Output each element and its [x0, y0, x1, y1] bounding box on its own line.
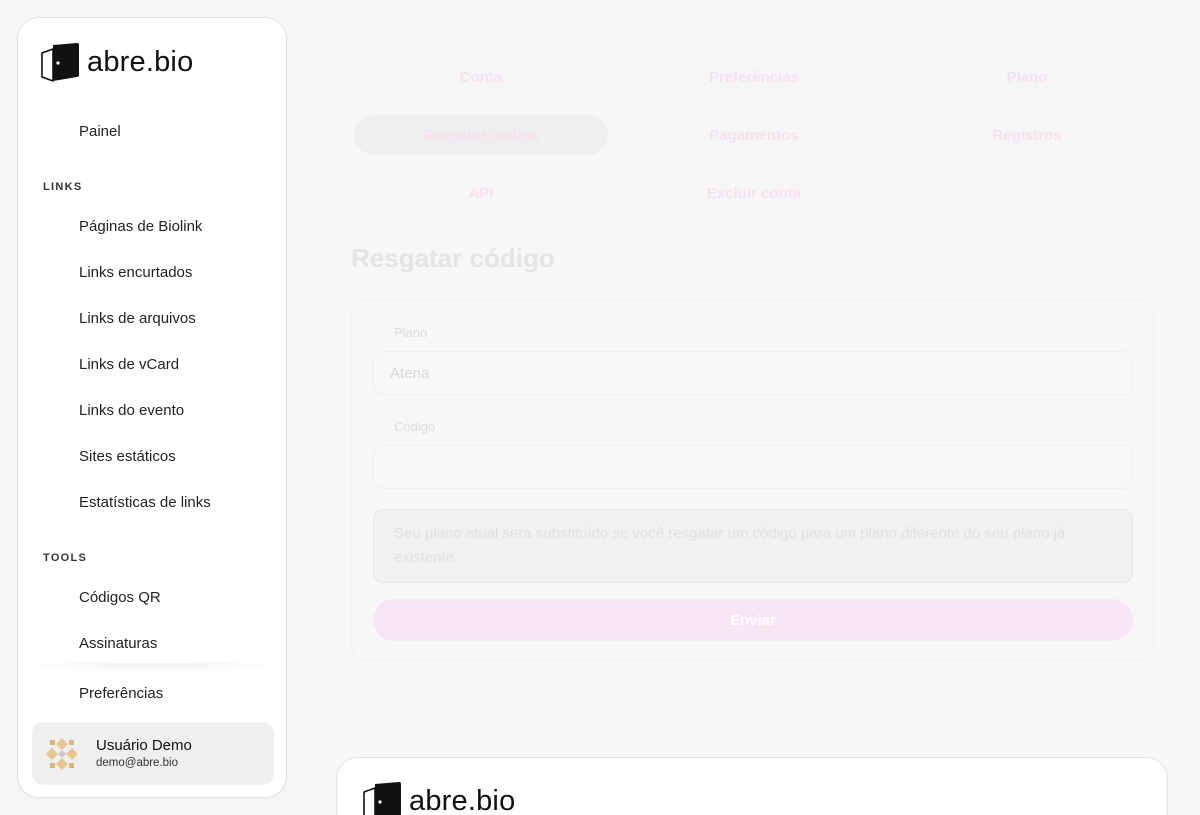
sidebar-item-painel[interactable]: Painel — [79, 123, 121, 140]
sidebar-item-signatures[interactable]: Assinaturas — [79, 635, 157, 652]
tab-payments[interactable]: Pagamentos — [627, 115, 881, 155]
sidebar-item-link-statistics[interactable]: Estatísticas de links — [79, 494, 211, 511]
brand-name: abre.bio — [87, 45, 194, 78]
tab-plan[interactable]: Plano — [900, 57, 1154, 97]
section-title-links: LINKS — [43, 181, 83, 193]
code-label: Código — [394, 419, 436, 434]
plan-value: Atena — [390, 364, 430, 382]
sidebar-item-event-links[interactable]: Links do evento — [79, 402, 184, 419]
sidebar-item-preferences[interactable]: Preferências — [79, 685, 163, 702]
user-card[interactable]: Usuário Demo demo@abre.bio — [32, 722, 274, 785]
tab-api[interactable]: API — [354, 173, 608, 213]
main-content: Conta Preferências Plano Resgatar código… — [336, 0, 1168, 815]
section-title-tools: TOOLS — [43, 552, 88, 564]
submit-button[interactable]: Enviar — [373, 599, 1133, 641]
door-logo-icon — [363, 782, 401, 815]
avatar — [44, 736, 80, 772]
door-logo-icon — [41, 43, 79, 82]
sidebar-item-qr-codes[interactable]: Códigos QR — [79, 589, 161, 606]
tab-delete-account[interactable]: Excluir conta — [627, 173, 881, 213]
tab-preferences[interactable]: Preferências — [627, 57, 881, 97]
tab-logs[interactable]: Registros — [900, 115, 1154, 155]
footer: abre.bio — [336, 757, 1168, 815]
sidebar-item-short-links[interactable]: Links encurtados — [79, 264, 192, 281]
footer-brand-name: abre.bio — [409, 784, 516, 815]
plan-label: Plano — [394, 325, 428, 340]
sidebar-item-vcard-links[interactable]: Links de vCard — [79, 356, 179, 373]
sidebar-item-file-links[interactable]: Links de arquivos — [79, 310, 196, 327]
page-title: Resgatar código — [351, 243, 555, 273]
tab-account[interactable]: Conta — [354, 57, 608, 97]
sidebar-divider — [18, 663, 286, 673]
redeem-code-form: Plano Atena Código Seu plano atual será … — [351, 300, 1154, 661]
brand-logo[interactable]: abre.bio — [39, 41, 193, 83]
code-input[interactable] — [373, 445, 1133, 489]
user-name: Usuário Demo — [96, 737, 192, 754]
plan-notice: Seu plano atual será substituído se você… — [373, 509, 1133, 583]
plan-field[interactable]: Atena — [373, 351, 1133, 395]
sidebar: abre.bio Painel LINKS Páginas de Biolink… — [17, 17, 287, 798]
sidebar-item-static-sites[interactable]: Sites estáticos — [79, 448, 176, 465]
footer-brand-logo[interactable]: abre.bio — [361, 780, 515, 815]
tab-redeem-code[interactable]: Resgatar código — [354, 115, 608, 155]
sidebar-item-biolink-pages[interactable]: Páginas de Biolink — [79, 218, 202, 235]
user-email: demo@abre.bio — [96, 757, 178, 769]
